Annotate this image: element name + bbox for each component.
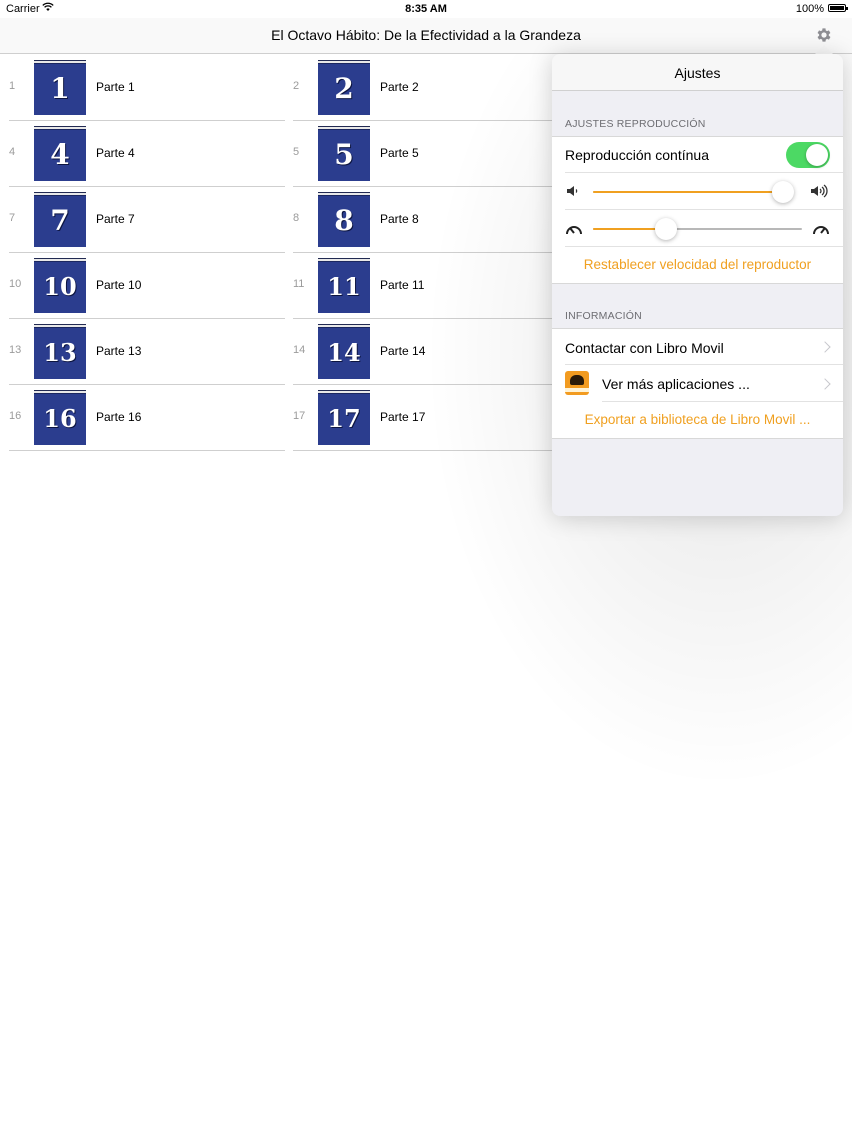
item-label: Parte 11 xyxy=(380,278,425,292)
settings-popover: Ajustes AJUSTES REPRODUCCIÓN Reproducció… xyxy=(552,54,843,516)
part-thumbnail: 1 xyxy=(34,60,86,115)
list-item[interactable]: 16 16 Parte 16 xyxy=(9,384,285,451)
part-thumbnail: 8 xyxy=(318,192,370,247)
part-thumbnail: 10 xyxy=(34,258,86,313)
item-label: Parte 1 xyxy=(96,80,135,94)
part-thumbnail: 5 xyxy=(318,126,370,181)
list-item[interactable]: 2 2 Parte 2 xyxy=(293,54,569,121)
list-item[interactable]: 10 10 Parte 10 xyxy=(9,252,285,319)
item-number: 8 xyxy=(293,212,300,224)
speed-slow-icon xyxy=(566,226,582,235)
item-number: 13 xyxy=(9,344,22,356)
info-settings-group: Contactar con Libro Movil Ver más aplica… xyxy=(552,328,843,439)
app-icon xyxy=(565,371,589,395)
part-thumbnail: 7 xyxy=(34,192,86,247)
part-thumbnail: 17 xyxy=(318,390,370,445)
item-label: Parte 17 xyxy=(380,410,426,424)
volume-row xyxy=(552,173,843,210)
reset-speed-button[interactable]: Restablecer velocidad del reproductor xyxy=(552,247,843,283)
item-number: 5 xyxy=(293,146,300,158)
speed-slider[interactable] xyxy=(655,218,678,240)
export-library-button[interactable]: Exportar a biblioteca de Libro Movil ... xyxy=(552,402,843,438)
part-thumbnail: 11 xyxy=(318,258,370,313)
more-apps-label: Ver más aplicaciones ... xyxy=(602,376,750,392)
continuous-play-toggle[interactable] xyxy=(786,142,830,168)
navigation-bar: El Octavo Hábito: De la Efectividad a la… xyxy=(0,18,852,54)
item-label: Parte 10 xyxy=(96,278,142,292)
continuous-play-label: Reproducción contínua xyxy=(565,147,709,163)
part-thumbnail: 13 xyxy=(34,324,86,379)
battery-icon xyxy=(828,4,848,12)
contact-label: Contactar con Libro Movil xyxy=(565,340,724,356)
part-thumbnail: 4 xyxy=(34,126,86,181)
volume-slider-fill xyxy=(593,191,783,193)
list-item[interactable]: 14 14 Parte 14 xyxy=(293,318,569,385)
clock: 8:35 AM xyxy=(405,3,447,15)
item-label: Parte 5 xyxy=(380,146,419,160)
list-item[interactable]: 8 8 Parte 8 xyxy=(293,186,569,253)
status-bar: Carrier 8:35 AM 100% xyxy=(0,0,852,18)
list-item[interactable]: 7 7 Parte 7 xyxy=(9,186,285,253)
list-item[interactable]: 4 4 Parte 4 xyxy=(9,120,285,187)
item-number: 11 xyxy=(293,278,305,290)
popover-title: Ajustes xyxy=(674,65,721,81)
export-library-label: Exportar a biblioteca de Libro Movil ... xyxy=(584,412,811,427)
item-number: 2 xyxy=(293,80,300,92)
playback-settings-group: Reproducción contínua Restablecer veloci… xyxy=(552,136,843,284)
list-item[interactable]: 11 11 Parte 11 xyxy=(293,252,569,319)
item-number: 1 xyxy=(9,80,16,92)
part-thumbnail: 2 xyxy=(318,60,370,115)
list-item[interactable]: 1 1 Parte 1 xyxy=(9,54,285,121)
chevron-right-icon xyxy=(819,378,831,390)
volume-low-icon xyxy=(567,186,578,196)
more-apps-row[interactable]: Ver más aplicaciones ... xyxy=(552,365,843,402)
part-thumbnail: 14 xyxy=(318,324,370,379)
speed-row xyxy=(552,210,843,247)
item-number: 17 xyxy=(293,410,306,422)
part-thumbnail: 16 xyxy=(34,390,86,445)
list-item[interactable]: 5 5 Parte 5 xyxy=(293,120,569,187)
item-label: Parte 7 xyxy=(96,212,135,226)
page-title: El Octavo Hábito: De la Efectividad a la… xyxy=(271,27,581,43)
item-label: Parte 14 xyxy=(380,344,426,358)
item-label: Parte 13 xyxy=(96,344,142,358)
speed-fast-icon xyxy=(813,226,829,235)
volume-high-icon xyxy=(811,184,828,198)
gear-icon[interactable] xyxy=(815,26,833,44)
item-number: 14 xyxy=(293,344,306,356)
section-header-info: INFORMACIÓN xyxy=(565,310,642,322)
section-header-playback: AJUSTES REPRODUCCIÓN xyxy=(565,118,706,130)
item-number: 16 xyxy=(9,410,22,422)
contact-row[interactable]: Contactar con Libro Movil xyxy=(552,329,843,365)
continuous-play-row: Reproducción contínua xyxy=(552,137,843,173)
item-label: Parte 8 xyxy=(380,212,419,226)
item-number: 7 xyxy=(9,212,16,224)
reset-speed-label: Restablecer velocidad del reproductor xyxy=(583,257,812,272)
battery-percent: 100% xyxy=(795,3,824,15)
volume-slider[interactable] xyxy=(772,181,794,203)
list-item[interactable]: 13 13 Parte 13 xyxy=(9,318,285,385)
item-number: 10 xyxy=(9,278,22,290)
item-label: Parte 16 xyxy=(96,410,142,424)
item-label: Parte 2 xyxy=(380,80,419,94)
popover-header: Ajustes xyxy=(552,54,843,91)
list-item[interactable]: 17 17 Parte 17 xyxy=(293,384,569,451)
item-label: Parte 4 xyxy=(96,146,135,160)
item-number: 4 xyxy=(9,146,16,158)
chevron-right-icon xyxy=(819,341,831,353)
